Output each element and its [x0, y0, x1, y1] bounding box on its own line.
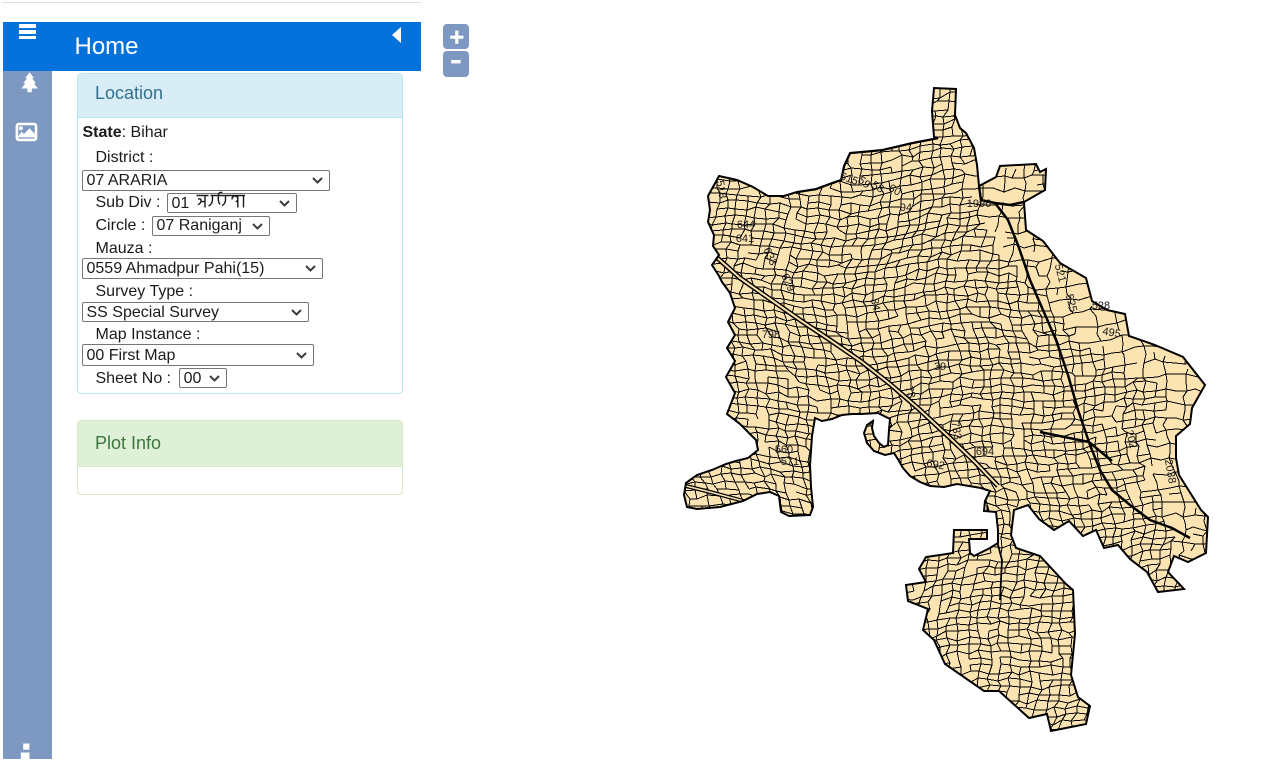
svg-text:34: 34	[868, 297, 882, 311]
svg-text:641: 641	[736, 233, 754, 245]
svg-text:1996: 1996	[967, 198, 991, 210]
svg-text:528: 528	[1092, 300, 1110, 312]
svg-text:798: 798	[762, 329, 780, 341]
svg-text:39: 39	[934, 361, 946, 373]
svg-text:694: 694	[976, 446, 994, 458]
svg-text:560: 560	[775, 444, 793, 456]
svg-text:571: 571	[781, 456, 799, 468]
svg-text:644: 644	[737, 219, 755, 231]
svg-text:94: 94	[900, 202, 912, 214]
